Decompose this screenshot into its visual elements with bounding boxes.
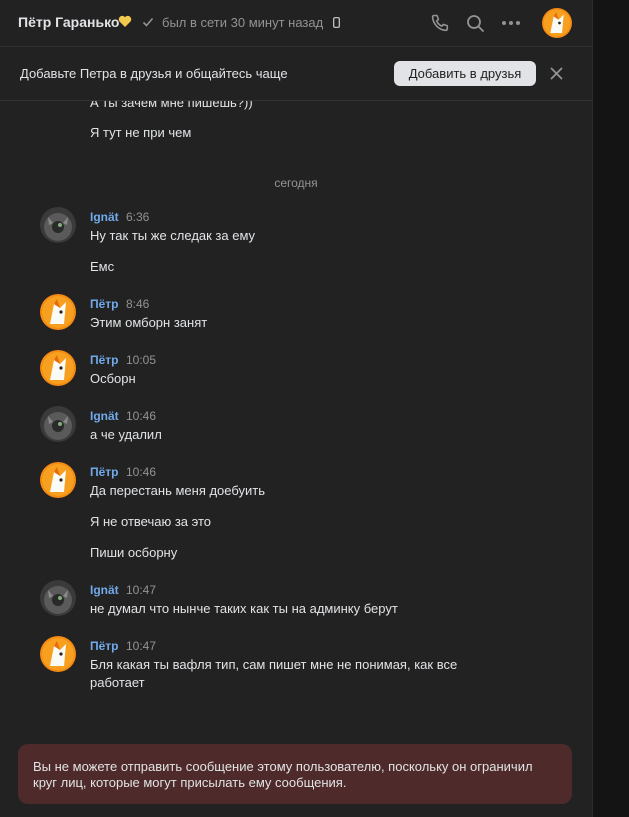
- fox-avatar-icon: [40, 462, 76, 498]
- message-text: Пиши осборну: [90, 545, 178, 560]
- message-text: Осборн: [90, 371, 136, 386]
- earlier-message-area: А ты зачем мне пишешь?)) Я тут не при че…: [0, 101, 592, 161]
- message-text: а че удалил: [90, 427, 162, 442]
- message-time: 10:46: [126, 465, 157, 479]
- message-time: 10:46: [126, 409, 157, 423]
- message-text: А ты зачем мне пишешь?)): [90, 101, 253, 110]
- message-text: Бля какая ты вафля тип, сам пишет мне не…: [90, 657, 458, 672]
- cat-avatar-icon: [40, 406, 76, 442]
- message-author[interactable]: Пётр: [90, 297, 119, 311]
- avatar[interactable]: [40, 207, 76, 243]
- avatar[interactable]: [40, 406, 76, 442]
- message-text: Этим омборн занят: [90, 315, 208, 330]
- search-icon[interactable]: [464, 12, 486, 34]
- message-text: работает: [90, 675, 145, 690]
- restriction-notice-text: Вы не можете отправить сообщение этому п…: [33, 759, 533, 790]
- date-separator: сегодня: [274, 176, 318, 190]
- message-time: 8:46: [126, 297, 150, 311]
- message-text: Ну так ты же следак за ему: [90, 228, 256, 243]
- close-icon[interactable]: [550, 67, 563, 80]
- message-time: 10:47: [126, 583, 157, 597]
- avatar[interactable]: [40, 580, 76, 616]
- message-time: 6:36: [126, 210, 150, 224]
- restriction-notice: Вы не можете отправить сообщение этому п…: [18, 744, 572, 804]
- fox-avatar-icon: [40, 636, 76, 672]
- message-author[interactable]: Пётр: [90, 639, 119, 653]
- check-icon: [142, 17, 154, 27]
- message-text: не думал что нынче таких как ты на админ…: [90, 601, 398, 616]
- avatar[interactable]: [40, 462, 76, 498]
- more-icon[interactable]: [500, 12, 522, 34]
- call-icon[interactable]: [429, 12, 451, 34]
- message-author[interactable]: Ignät: [90, 409, 119, 423]
- contact-avatar[interactable]: [542, 8, 572, 38]
- message-text: Я не отвечаю за это: [90, 514, 212, 529]
- fox-avatar-icon: [542, 8, 572, 38]
- fox-avatar-icon: [40, 294, 76, 330]
- message-author[interactable]: Пётр: [90, 353, 119, 367]
- online-status: был в сети 30 минут назад: [162, 15, 324, 30]
- contact-name[interactable]: Пётр Гаранько: [18, 14, 119, 30]
- avatar[interactable]: [40, 350, 76, 386]
- heart-icon: [118, 15, 132, 27]
- chat-panel: Пётр Гаранько был в сети 30 минут назад: [0, 0, 593, 817]
- message-text: Да перестань меня доебуить: [90, 483, 266, 498]
- avatar[interactable]: [40, 294, 76, 330]
- message-time: 10:47: [126, 639, 157, 653]
- message-text: Я тут не при чем: [90, 125, 192, 140]
- cat-avatar-icon: [40, 207, 76, 243]
- cat-avatar-icon: [40, 580, 76, 616]
- chat-header: Пётр Гаранько был в сети 30 минут назад: [0, 0, 592, 47]
- message-author[interactable]: Пётр: [90, 465, 119, 479]
- add-friend-button[interactable]: Добавить в друзья: [394, 61, 536, 86]
- avatar[interactable]: [40, 636, 76, 672]
- fox-avatar-icon: [40, 350, 76, 386]
- message-text: Емс: [90, 259, 115, 274]
- add-friend-text: Добавьте Петра в друзья и общайтесь чаще: [20, 66, 288, 81]
- message-time: 10:05: [126, 353, 157, 367]
- message-author[interactable]: Ignät: [90, 583, 119, 597]
- mobile-phone-icon: [333, 17, 340, 28]
- message-author[interactable]: Ignät: [90, 210, 119, 224]
